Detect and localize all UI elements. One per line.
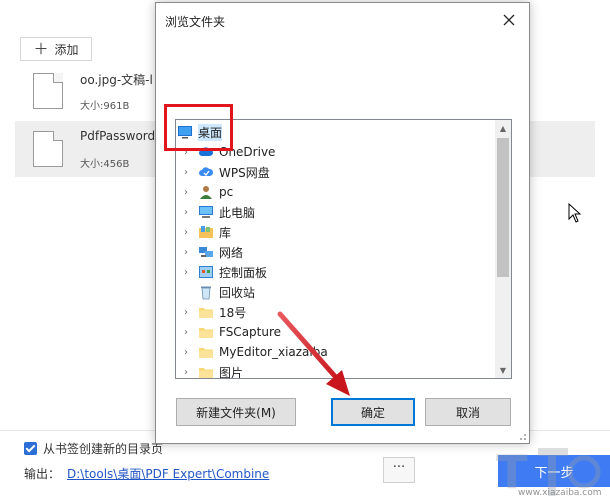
library-icon <box>198 224 214 240</box>
dialog-title: 浏览文件夹 <box>165 15 226 29</box>
cloud-icon <box>198 144 214 160</box>
document-icon <box>33 73 63 109</box>
folder-icon <box>198 324 214 340</box>
tree-item[interactable]: › 控制面板 <box>176 262 494 282</box>
recycle-bin-icon <box>198 284 214 300</box>
tree-item-label: 库 <box>219 225 232 240</box>
folder-icon <box>198 344 214 360</box>
bookmark-label: 从书签创建新的目录页 <box>43 442 164 456</box>
file-size: 大小:961B <box>80 101 130 112</box>
network-icon <box>198 244 214 260</box>
desktop-icon <box>177 124 193 140</box>
next-step-button[interactable]: 下一步 <box>498 455 610 487</box>
chevron-right-icon[interactable]: › <box>180 347 192 358</box>
chevron-right-icon[interactable]: › <box>180 167 192 178</box>
tree-item-label: FSCapture <box>219 325 282 339</box>
add-file-button[interactable]: ＋ 添加 <box>20 37 92 61</box>
cancel-button[interactable]: 取消 <box>425 398 511 426</box>
plus-icon: ＋ <box>33 39 49 58</box>
file-name: PdfPassword <box>80 129 156 143</box>
ok-button[interactable]: 确定 <box>331 398 415 426</box>
tree-item[interactable]: › 图片 <box>176 362 494 379</box>
bookmark-checkbox[interactable] <box>24 442 37 455</box>
bookmark-option[interactable]: 从书签创建新的目录页 <box>24 440 163 457</box>
scroll-down-icon[interactable]: ▼ <box>495 362 511 378</box>
chevron-right-icon[interactable]: › <box>180 147 192 158</box>
tree-item[interactable]: › MyEditor_xiazaiba <box>176 342 494 362</box>
document-icon <box>33 131 63 167</box>
resize-grip-icon[interactable] <box>517 431 527 441</box>
tree-item[interactable]: › OneDrive <box>176 142 494 162</box>
watermark-text: www.xiazaiba.com <box>518 488 602 498</box>
chevron-right-icon[interactable]: › <box>180 367 192 378</box>
folder-icon <box>198 364 214 378</box>
chevron-right-icon[interactable]: › <box>180 187 192 198</box>
scroll-up-icon[interactable]: ▲ <box>495 120 511 136</box>
wps-cloud-icon <box>198 164 214 180</box>
browse-folder-dialog: 浏览文件夹 桌面 › OneDrive › WPS网盘 › pc › 此电脑 › 库 › 网络 › 控制面板… <box>155 2 530 444</box>
control-panel-icon <box>198 264 214 280</box>
tree-item[interactable]: › pc <box>176 182 494 202</box>
scroll-thumb[interactable] <box>497 138 509 277</box>
tree-item-label: 此电脑 <box>219 205 256 220</box>
dialog-close-button[interactable] <box>495 7 523 33</box>
browse-more-button[interactable]: ··· <box>383 457 415 483</box>
tree-item[interactable]: › 网络 <box>176 242 494 262</box>
chevron-right-icon[interactable]: › <box>180 267 192 278</box>
file-size: 大小:456B <box>80 159 130 170</box>
tree-item-label: 控制面板 <box>219 265 268 280</box>
folder-tree[interactable]: 桌面›OneDrive›WPS网盘›pc›此电脑›库›网络›控制面板›回收站›1… <box>175 119 512 379</box>
new-folder-button[interactable]: 新建文件夹(M) <box>176 398 296 426</box>
tree-item[interactable]: › 库 <box>176 222 494 242</box>
chevron-right-icon[interactable]: › <box>180 227 192 238</box>
output-path-link[interactable]: D:\tools\桌面\PDF Expert\Combine <box>67 465 269 482</box>
tree-scrollbar[interactable]: ▲ ▼ <box>495 120 511 378</box>
user-icon <box>198 184 214 200</box>
tree-item[interactable]: ›回收站 <box>176 282 494 302</box>
add-file-label: 添加 <box>54 42 79 57</box>
tree-item-label: WPS网盘 <box>219 165 270 180</box>
tree-item-label: 桌面 <box>198 123 223 141</box>
chevron-right-icon[interactable]: › <box>180 247 192 258</box>
tree-item-desktop[interactable]: 桌面 <box>176 122 494 142</box>
chevron-right-icon[interactable]: › <box>180 307 192 318</box>
tree-item-label: MyEditor_xiazaiba <box>219 345 328 359</box>
tree-item-label: 18号 <box>219 305 247 320</box>
folder-icon <box>198 304 214 320</box>
tree-item[interactable]: › WPS网盘 <box>176 162 494 182</box>
tree-item-label: pc <box>219 185 234 199</box>
tree-item-label: OneDrive <box>219 145 276 159</box>
tree-item-label: 回收站 <box>219 285 256 300</box>
close-icon <box>503 14 515 26</box>
output-label: 输出： <box>24 467 61 481</box>
mouse-cursor-icon <box>568 203 582 223</box>
tree-item-label: 图片 <box>219 365 244 379</box>
tree-item[interactable]: › 18号 <box>176 302 494 322</box>
tree-item-label: 网络 <box>219 245 244 260</box>
tree-item[interactable]: › 此电脑 <box>176 202 494 222</box>
file-name: oo.jpg-文稿-l <box>80 73 153 87</box>
tree-item[interactable]: › FSCapture <box>176 322 494 342</box>
chevron-right-icon[interactable]: › <box>180 207 192 218</box>
computer-icon <box>198 204 214 220</box>
chevron-right-icon[interactable]: › <box>180 327 192 338</box>
